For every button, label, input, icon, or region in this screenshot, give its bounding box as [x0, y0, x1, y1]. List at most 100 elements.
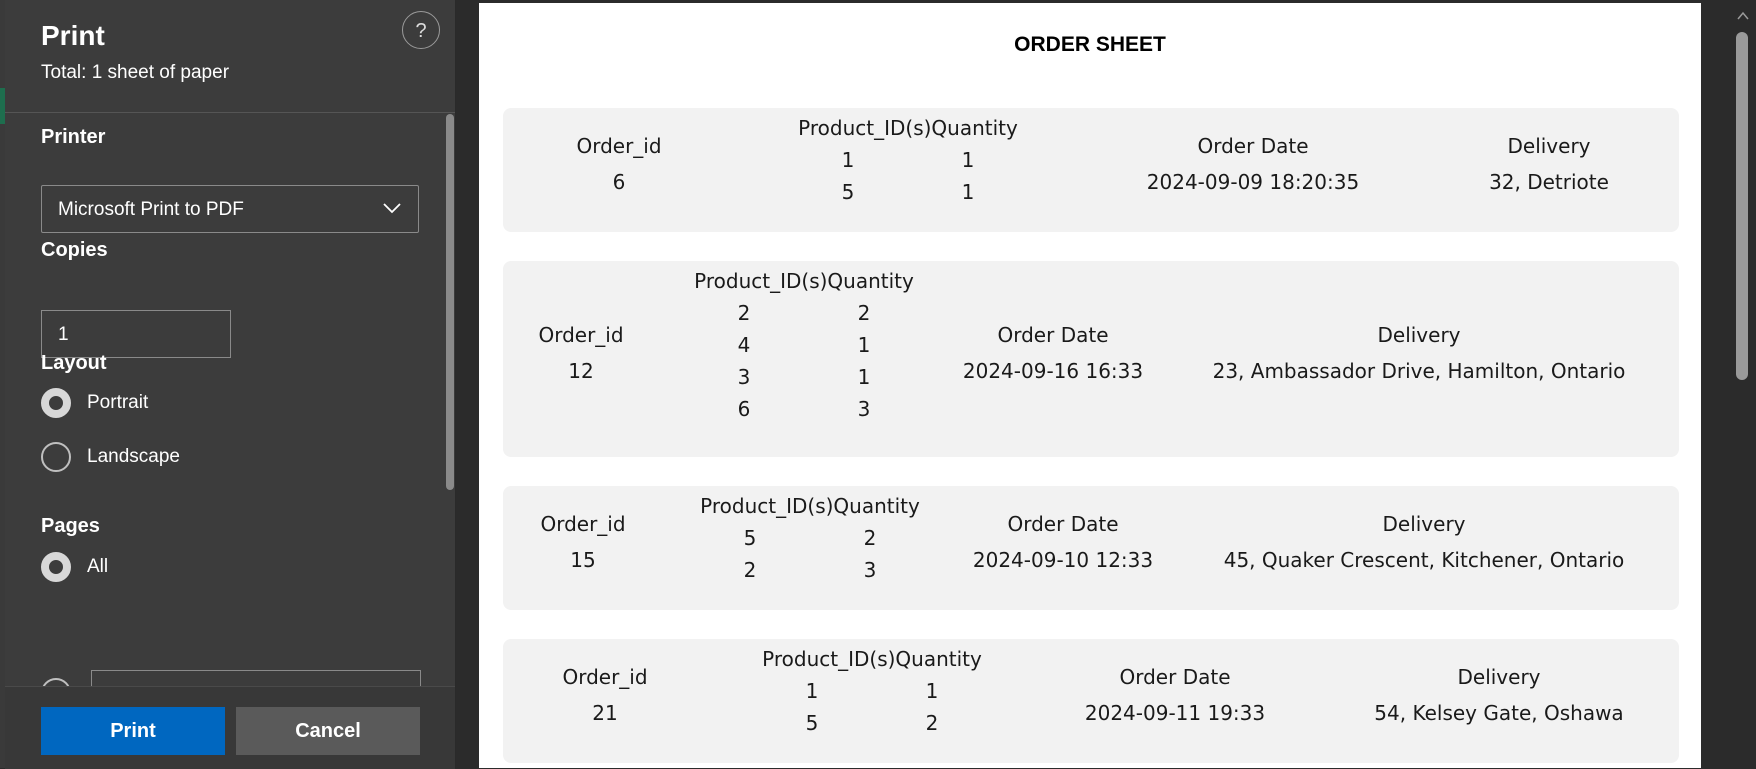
delivery-value: 32, Detriote [1489, 170, 1609, 194]
product-id: 2 [743, 558, 757, 582]
preview-scrollbar-thumb[interactable] [1736, 32, 1748, 380]
delivery-value: 54, Kelsey Gate, Oshawa [1374, 701, 1624, 725]
printer-label: Printer [41, 126, 106, 148]
product-id: 5 [841, 180, 855, 204]
order-date-header: Order Date [1197, 134, 1309, 158]
product-quantity: 3 [857, 397, 871, 421]
chevron-down-icon [383, 203, 401, 214]
product-row: 51 [788, 180, 1028, 204]
preview-scrollbar[interactable] [1730, 0, 1756, 768]
delivery-header: Delivery [1382, 512, 1466, 536]
panel-scrollbar-thumb[interactable] [446, 114, 454, 490]
product-quantity: 1 [857, 365, 871, 389]
order-id-cell: Order_id 12 [521, 323, 641, 383]
product-quantity: 1 [961, 180, 975, 204]
product-id: 3 [737, 365, 751, 389]
delivery-cell: Delivery 54, Kelsey Gate, Oshawa [1339, 665, 1659, 725]
dialog-header: Print Total: 1 sheet of paper ? [5, 0, 455, 113]
product-id: 6 [737, 397, 751, 421]
pages-all-radio[interactable] [41, 552, 71, 582]
delivery-cell: Delivery 23, Ambassador Drive, Hamilton,… [1179, 323, 1659, 383]
products-cell: Product_ID(s)Quantity 11 51 [788, 116, 1028, 204]
product-id: 5 [743, 526, 757, 550]
copies-label: Copies [41, 239, 108, 261]
order-id-value: 6 [612, 170, 626, 194]
delivery-value: 23, Ambassador Drive, Hamilton, Ontario [1212, 359, 1626, 383]
layout-label: Layout [41, 352, 107, 374]
print-button[interactable]: Print [41, 707, 225, 755]
pages-all-label: All [87, 556, 109, 577]
product-id: 1 [841, 148, 855, 172]
printer-select[interactable]: Microsoft Print to PDF [41, 185, 419, 233]
order-id-header: Order_id [562, 665, 648, 689]
order-date-header: Order Date [1119, 665, 1231, 689]
order-date-cell: Order Date 2024-09-09 18:20:35 [1103, 134, 1403, 194]
cancel-button[interactable]: Cancel [236, 707, 420, 755]
delivery-value: 45, Quaker Crescent, Kitchener, Ontario [1223, 548, 1625, 572]
products-header: Product_ID(s)Quantity [798, 116, 1018, 140]
order-date-value: 2024-09-16 16:33 [962, 359, 1144, 383]
order-date-value: 2024-09-11 19:33 [1084, 701, 1266, 725]
sheet-count-text: Total: 1 sheet of paper [41, 62, 230, 83]
product-quantity: 2 [863, 526, 877, 550]
order-id-value: 21 [592, 701, 618, 725]
product-row: 22 [684, 301, 924, 325]
printer-select-value: Microsoft Print to PDF [58, 199, 244, 220]
sheet-title: ORDER SHEET [1014, 33, 1166, 56]
delivery-cell: Delivery 45, Quaker Crescent, Kitchener,… [1189, 512, 1659, 572]
order-id-cell: Order_id 21 [545, 665, 665, 725]
product-row: 23 [690, 558, 930, 582]
product-id: 1 [805, 679, 819, 703]
panel-scrollbar[interactable] [445, 112, 455, 684]
landscape-label: Landscape [87, 446, 180, 467]
portrait-label: Portrait [87, 392, 149, 413]
product-row: 11 [788, 148, 1028, 172]
order-id-header: Order_id [538, 323, 624, 347]
order-id-value: 12 [568, 359, 594, 383]
portrait-radio[interactable] [41, 388, 71, 418]
order-date-header: Order Date [997, 323, 1109, 347]
order-date-value: 2024-09-10 12:33 [972, 548, 1154, 572]
products-cell: Product_ID(s)Quantity 52 23 [690, 494, 930, 582]
order-id-header: Order_id [540, 512, 626, 536]
copies-input[interactable]: 1 [41, 310, 231, 358]
product-quantity: 3 [863, 558, 877, 582]
dialog-footer: Print Cancel [5, 686, 455, 769]
preview-page: ORDER SHEET Order_id 6 Product_ID(s)Quan… [479, 3, 1701, 768]
copies-input-value: 1 [58, 324, 69, 345]
order-card: Order_id 15 Product_ID(s)Quantity 52 23 … [503, 486, 1679, 610]
products-cell: Product_ID(s)Quantity 22 41 31 63 [684, 269, 924, 421]
product-row: 52 [752, 711, 992, 735]
pages-label: Pages [41, 515, 100, 537]
product-quantity: 2 [925, 711, 939, 735]
order-card: Order_id 12 Product_ID(s)Quantity 22 41 … [503, 261, 1679, 457]
order-id-header: Order_id [576, 134, 662, 158]
order-date-cell: Order Date 2024-09-11 19:33 [1055, 665, 1295, 725]
product-row: 52 [690, 526, 930, 550]
order-date-value: 2024-09-09 18:20:35 [1146, 170, 1360, 194]
delivery-header: Delivery [1457, 665, 1541, 689]
order-id-value: 15 [570, 548, 596, 572]
order-date-cell: Order Date 2024-09-16 16:33 [943, 323, 1163, 383]
scroll-up-arrow-icon[interactable] [1737, 10, 1749, 20]
landscape-radio[interactable] [41, 442, 71, 472]
products-header: Product_ID(s)Quantity [700, 494, 920, 518]
product-row: 63 [684, 397, 924, 421]
order-date-header: Order Date [1007, 512, 1119, 536]
dialog-title: Print [41, 20, 105, 51]
products-header: Product_ID(s)Quantity [762, 647, 982, 671]
order-id-cell: Order_id 6 [559, 134, 679, 194]
help-button[interactable]: ? [402, 11, 440, 49]
order-card: Order_id 6 Product_ID(s)Quantity 11 51 O… [503, 108, 1679, 232]
order-id-cell: Order_id 15 [523, 512, 643, 572]
order-card: Order_id 21 Product_ID(s)Quantity 11 52 … [503, 639, 1679, 763]
product-quantity: 2 [857, 301, 871, 325]
product-row: 41 [684, 333, 924, 357]
delivery-cell: Delivery 32, Detriote [1439, 134, 1659, 194]
print-dialog-panel: Print Total: 1 sheet of paper ? Printer … [5, 0, 456, 769]
product-id: 2 [737, 301, 751, 325]
product-id: 4 [737, 333, 751, 357]
product-row: 11 [752, 679, 992, 703]
products-header: Product_ID(s)Quantity [694, 269, 914, 293]
product-row: 31 [684, 365, 924, 389]
